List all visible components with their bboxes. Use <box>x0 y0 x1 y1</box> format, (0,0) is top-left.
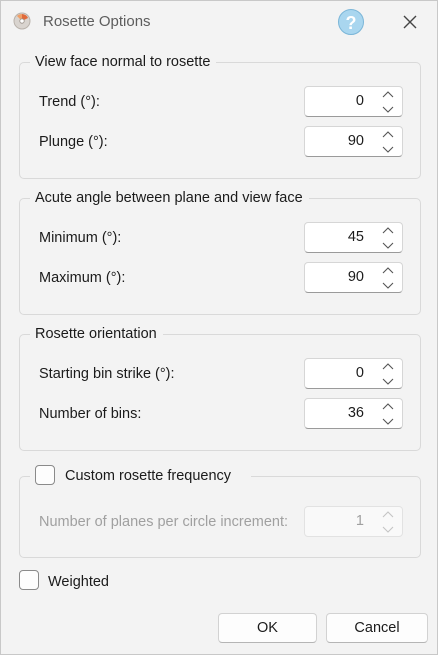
stepper-arrows-icon[interactable] <box>380 129 396 155</box>
group-acute-angle: Acute angle between plane and view face … <box>19 189 421 315</box>
starting-bin-strike-value: 0 <box>355 365 364 381</box>
rosette-options-dialog: Rosette Options ? View face normal to ro… <box>0 0 438 655</box>
group-rosette-orientation: Rosette orientation Starting bin strike … <box>19 325 421 451</box>
group-legend-acute-angle: Acute angle between plane and view face <box>30 189 309 207</box>
group-view-face: View face normal to rosette Trend (°): 0… <box>19 53 421 179</box>
plunge-value: 90 <box>347 133 364 149</box>
group-legend-orientation: Rosette orientation <box>30 325 163 343</box>
custom-frequency-label: Custom rosette frequency <box>65 468 232 484</box>
maximum-label: Maximum (°): <box>39 270 126 286</box>
stepper-arrows-icon[interactable] <box>380 509 396 535</box>
stepper-arrows-icon[interactable] <box>380 265 396 291</box>
plunge-label: Plunge (°): <box>39 134 108 150</box>
stepper-arrows-icon[interactable] <box>380 89 396 115</box>
planes-per-increment-value: 1 <box>355 513 364 529</box>
group-legend-view-face: View face normal to rosette <box>30 53 217 71</box>
question-mark-icon: ? <box>345 13 357 33</box>
planes-per-increment-spinbox[interactable]: 1 <box>304 506 403 537</box>
app-logo-icon <box>13 12 31 30</box>
number-of-bins-label: Number of bins: <box>39 406 142 422</box>
trend-spinbox[interactable]: 0 <box>304 86 403 117</box>
title-bar: Rosette Options ? <box>1 1 437 43</box>
group-custom-frequency: Custom rosette frequency Number of plane… <box>19 465 421 558</box>
cancel-button[interactable]: Cancel <box>326 613 428 643</box>
starting-bin-strike-label: Starting bin strike (°): <box>39 366 175 382</box>
trend-label: Trend (°): <box>39 94 100 110</box>
weighted-checkbox[interactable] <box>19 570 39 590</box>
custom-frequency-checkbox[interactable] <box>35 465 55 485</box>
stepper-arrows-icon[interactable] <box>380 225 396 251</box>
window-title: Rosette Options <box>43 13 151 30</box>
help-button[interactable]: ? <box>338 9 364 35</box>
custom-frequency-legend: Custom rosette frequency <box>30 465 251 487</box>
weighted-label: Weighted <box>48 574 109 590</box>
ok-button[interactable]: OK <box>218 613 317 643</box>
stepper-arrows-icon[interactable] <box>380 361 396 387</box>
maximum-value: 90 <box>347 269 364 285</box>
starting-bin-strike-spinbox[interactable]: 0 <box>304 358 403 389</box>
number-of-bins-spinbox[interactable]: 36 <box>304 398 403 429</box>
minimum-spinbox[interactable]: 45 <box>304 222 403 253</box>
minimum-label: Minimum (°): <box>39 230 122 246</box>
trend-value: 0 <box>355 93 364 109</box>
planes-per-increment-label: Number of planes per circle increment: <box>39 514 289 530</box>
maximum-spinbox[interactable]: 90 <box>304 262 403 293</box>
number-of-bins-value: 36 <box>347 405 364 421</box>
minimum-value: 45 <box>347 229 364 245</box>
close-icon[interactable] <box>399 11 421 33</box>
plunge-spinbox[interactable]: 90 <box>304 126 403 157</box>
stepper-arrows-icon[interactable] <box>380 401 396 427</box>
